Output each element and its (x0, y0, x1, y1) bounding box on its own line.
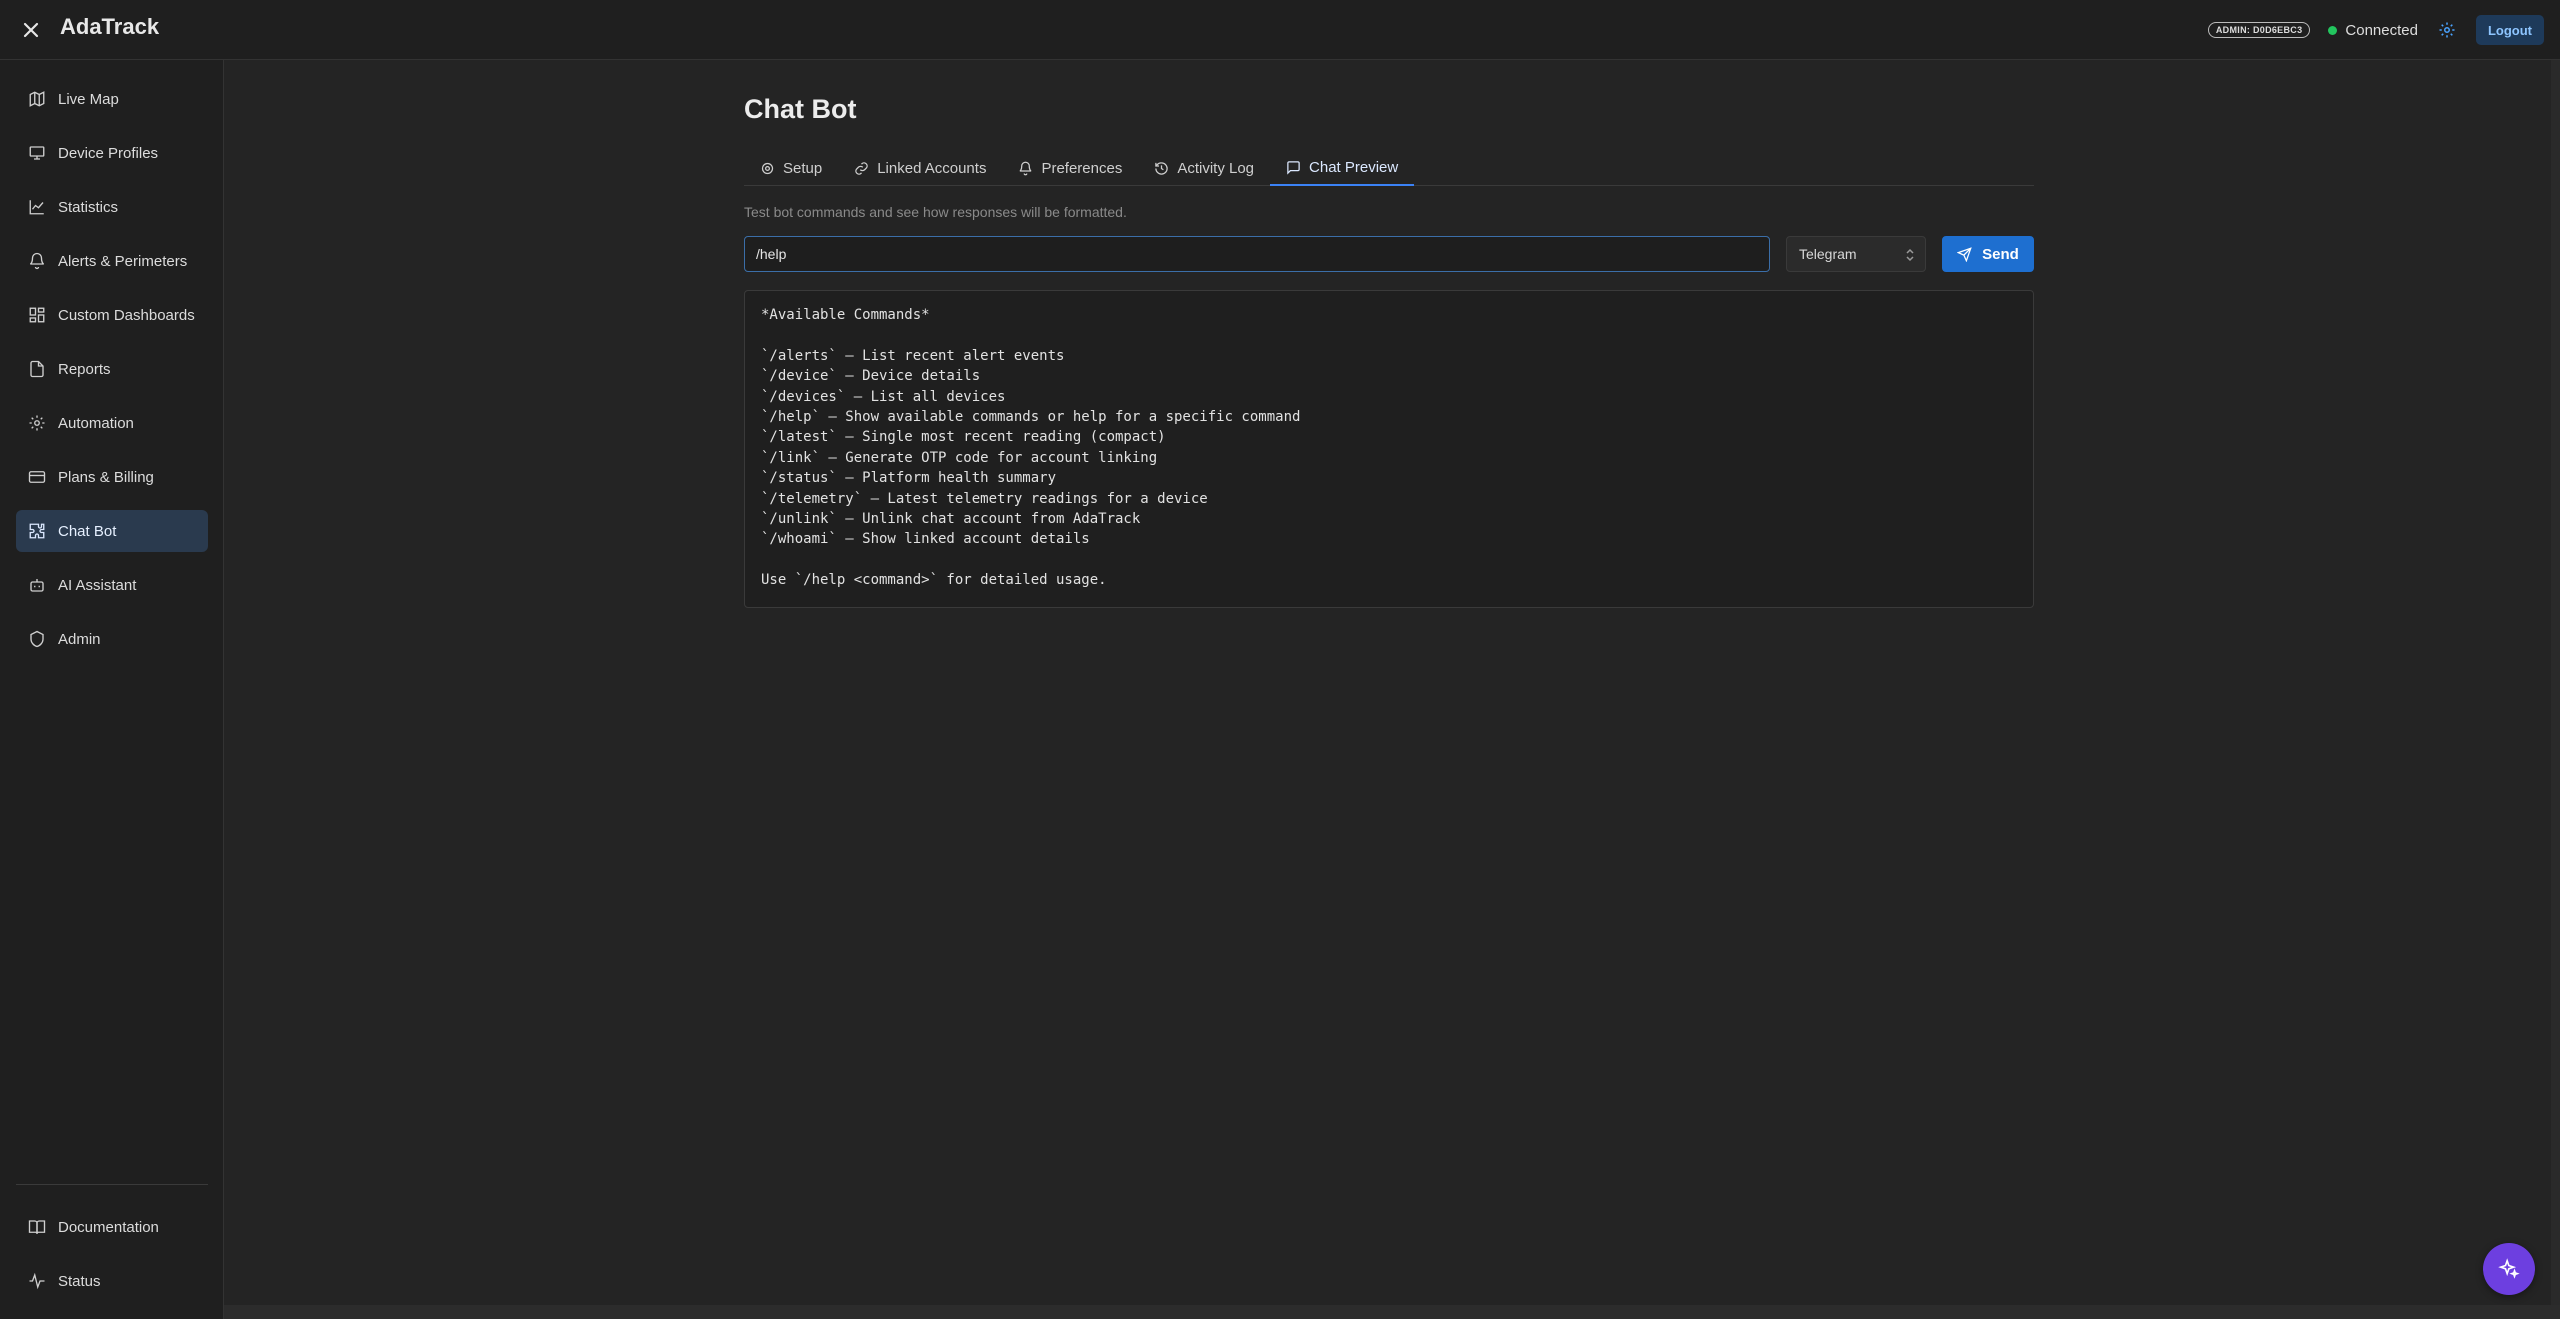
monitor-icon (29, 146, 45, 160)
sidebar-item-alerts-perimeters[interactable]: Alerts & Perimeters (16, 240, 208, 282)
sidebar-item-label: Alerts & Perimeters (58, 252, 188, 270)
response-line: `/unlink` — Unlink chat account from Ada… (761, 510, 1141, 527)
credit-card-icon (28, 471, 46, 483)
ai-sparkle-fab-button[interactable] (2483, 1243, 2535, 1295)
platform-select[interactable]: Telegram (1786, 236, 1926, 272)
sidebar-item-label: Live Map (58, 90, 119, 108)
send-label: Send (1982, 245, 2019, 263)
settings-gear-icon[interactable] (2436, 19, 2458, 41)
puzzle-icon (29, 523, 45, 539)
tab-setup[interactable]: Setup (744, 150, 838, 186)
bell-icon (29, 252, 45, 270)
sidebar-item-live-map[interactable]: Live Map (16, 78, 208, 120)
connection-label: Connected (2345, 21, 2418, 39)
chart-line-icon (29, 200, 44, 215)
sidebar-item-ai-assistant[interactable]: AI Assistant (16, 564, 208, 606)
sidebar-item-chat-bot[interactable]: Chat Bot (16, 510, 208, 552)
bot-icon (30, 579, 44, 592)
sparkle-icon (2498, 1258, 2520, 1279)
link-icon (855, 161, 868, 175)
tab-label: Activity Log (1177, 159, 1255, 177)
message-icon (1287, 160, 1300, 175)
sidebar: Live Map Device Profiles Statistics Aler… (0, 60, 224, 1319)
sidebar-divider (16, 1184, 208, 1185)
send-button[interactable]: Send (1942, 236, 2034, 272)
sidebar-item-device-profiles[interactable]: Device Profiles (16, 132, 208, 174)
command-input[interactable] (744, 236, 1770, 272)
response-line: `/devices` — List all devices (761, 388, 1006, 405)
sidebar-item-reports[interactable]: Reports (16, 348, 208, 390)
map-icon (29, 91, 45, 107)
page-subtitle: Test bot commands and see how responses … (744, 204, 1127, 220)
response-line: `/status` — Platform health summary (761, 470, 1057, 487)
response-line: `/help` — Show available commands or hel… (761, 408, 1301, 425)
vertical-scrollbar[interactable] (2551, 60, 2560, 1305)
logout-button[interactable]: Logout (2475, 15, 2544, 45)
header-actions: ADMIN: D0D6EBC3 Connected Logout (2207, 15, 2544, 45)
response-line: `/whoami` — Show linked account details (761, 531, 1090, 548)
sidebar-item-label: Custom Dashboards (58, 306, 195, 324)
response-line: *Available Commands* (761, 307, 930, 323)
tab-chat-preview[interactable]: Chat Preview (1270, 150, 1415, 186)
sidebar-item-automation[interactable]: Automation (16, 402, 208, 444)
chevron-updown-icon (1906, 248, 1914, 262)
response-line: `/telemetry` — Latest telemetry readings… (761, 490, 1208, 507)
sidebar-item-status[interactable]: Status (16, 1260, 208, 1302)
tab-preferences[interactable]: Preferences (1002, 150, 1138, 186)
gear-icon (761, 162, 774, 174)
tab-label: Linked Accounts (877, 159, 987, 177)
shield-icon (30, 630, 44, 648)
sidebar-item-label: Plans & Billing (58, 468, 154, 486)
response-line: `/alerts` — List recent alert events (761, 347, 1065, 364)
admin-badge: ADMIN: D0D6EBC3 (2207, 22, 2311, 38)
tab-activity-log[interactable]: Activity Log (1138, 150, 1270, 186)
book-icon (28, 1220, 46, 1234)
sidebar-item-statistics[interactable]: Statistics (16, 186, 208, 228)
app-title: AdaTrack (60, 14, 160, 39)
send-icon (1957, 246, 1972, 262)
sidebar-item-documentation[interactable]: Documentation (16, 1206, 208, 1248)
status-dot-icon (2328, 25, 2338, 35)
sidebar-item-label: Automation (58, 414, 134, 432)
tab-label: Chat Preview (1309, 158, 1399, 176)
history-icon (1155, 161, 1169, 175)
sidebar-item-label: AI Assistant (58, 576, 137, 594)
response-line (761, 550, 2017, 570)
sidebar-item-label: Statistics (58, 198, 119, 216)
sidebar-item-custom-dashboards[interactable]: Custom Dashboards (16, 294, 208, 336)
dashboard-icon (29, 307, 45, 323)
cog-automation-icon (29, 415, 45, 431)
sidebar-item-plans-billing[interactable]: Plans & Billing (16, 456, 208, 498)
sidebar-item-label: Reports (58, 360, 111, 378)
response-line: `/latest` — Single most recent reading (… (761, 429, 1166, 446)
tab-linked-accounts[interactable]: Linked Accounts (838, 150, 1002, 186)
response-line: `/device` — Device details (761, 368, 981, 385)
activity-icon (29, 1272, 45, 1290)
tab-bar: Setup Linked Accounts Preferences Activi… (744, 150, 2034, 186)
response-line: Use `/help <command>` for detailed usage… (761, 572, 1107, 589)
sidebar-item-label: Device Profiles (58, 144, 159, 162)
sidebar-item-admin[interactable]: Admin (16, 618, 208, 660)
sidebar-item-label: Chat Bot (58, 522, 117, 540)
tab-label: Setup (783, 159, 823, 177)
horizontal-scrollbar[interactable] (224, 1305, 2560, 1319)
response-line (761, 325, 2017, 345)
bell-icon (1020, 161, 1032, 175)
top-header: AdaTrack ADMIN: D0D6EBC3 Connected Logou… (0, 0, 2560, 60)
connection-status: Connected (2328, 22, 2418, 39)
response-line: `/link` — Generate OTP code for account … (761, 449, 1158, 466)
sidebar-item-label: Admin (58, 630, 101, 648)
page-title: Chat Bot (744, 94, 857, 124)
platform-selected-value: Telegram (1799, 246, 1857, 262)
bot-response-preview: *Available Commands* `/alerts` — List re… (744, 290, 2034, 608)
tab-label: Preferences (1041, 159, 1123, 177)
sidebar-item-label: Documentation (58, 1218, 159, 1236)
sidebar-item-label: Status (58, 1272, 101, 1290)
file-icon (30, 360, 44, 378)
close-icon[interactable] (18, 17, 44, 43)
